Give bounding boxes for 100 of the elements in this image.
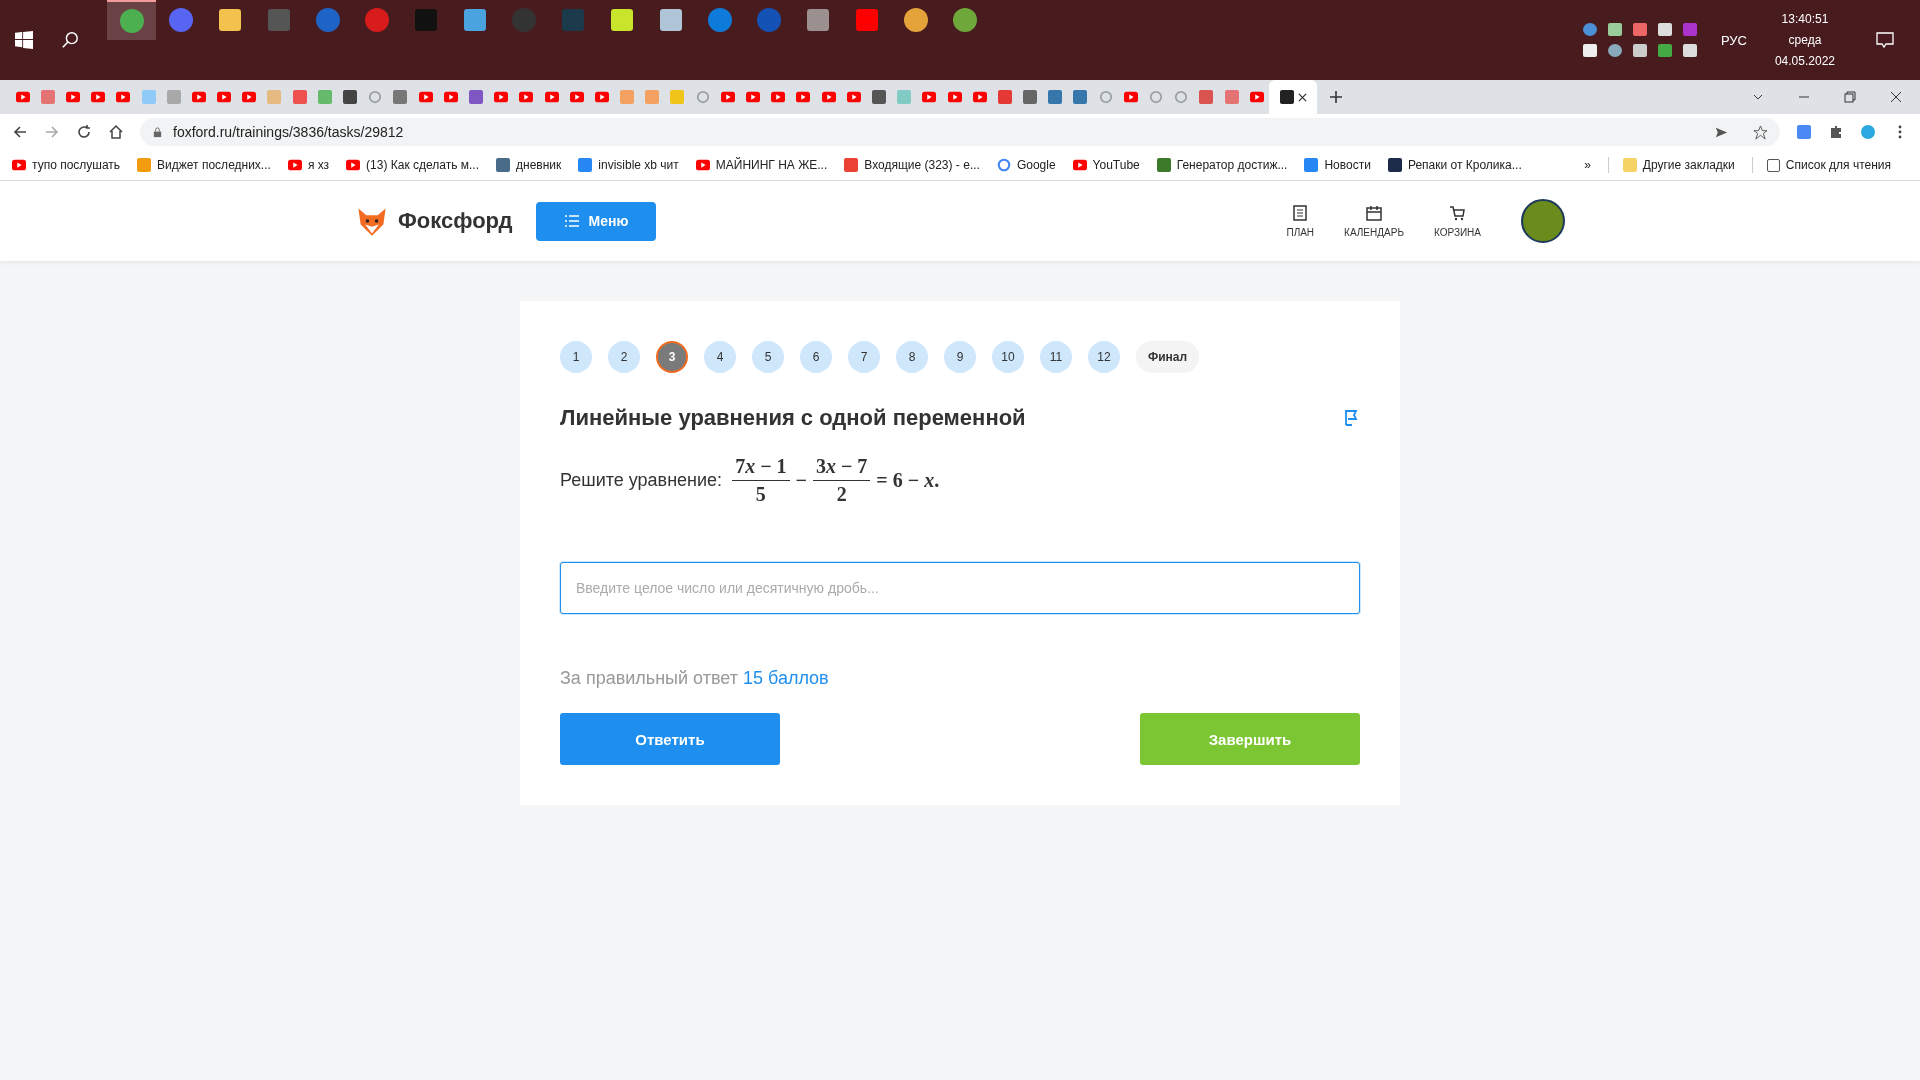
star-icon[interactable] — [1753, 124, 1768, 140]
more-bookmarks-button[interactable]: » — [1584, 158, 1591, 172]
youtube-icon — [242, 90, 257, 104]
youtube-icon — [695, 158, 710, 172]
clock-weekday: среда — [1788, 33, 1822, 47]
youtube-icon — [443, 90, 458, 104]
bookmark-label[interactable]: YouTube — [1092, 158, 1140, 172]
close-icon[interactable] — [1890, 91, 1902, 103]
youtube-icon — [217, 90, 232, 104]
task-number-button[interactable]: 7 — [848, 341, 880, 373]
calendar-icon — [1366, 204, 1382, 221]
youtube-icon — [544, 90, 559, 104]
youtube-icon — [746, 90, 761, 104]
task-number-button[interactable]: 12 — [1088, 341, 1120, 373]
bookmark-label[interactable]: я хз — [307, 158, 330, 172]
youtube-icon — [796, 90, 811, 104]
menu-icon — [564, 215, 579, 227]
other-bookmarks-folder[interactable]: Другие закладки — [1642, 158, 1735, 172]
task-number-button[interactable]: 11 — [1040, 341, 1072, 373]
task-number-button[interactable]: 9 — [944, 341, 976, 373]
task-number-button[interactable]: 10 — [992, 341, 1024, 373]
bookmark-link[interactable]: YouTube — [1072, 158, 1140, 172]
bookmark-label[interactable]: Генератор достиж... — [1176, 158, 1288, 172]
youtube-icon — [947, 90, 962, 104]
youtube-icon — [191, 90, 206, 104]
clock-time: 13:40:51 — [1781, 12, 1829, 26]
language-indicator[interactable]: РУС — [1720, 32, 1747, 48]
task-number-button[interactable]: 3 — [656, 341, 688, 373]
youtube-icon — [91, 90, 106, 104]
equation-right-side: = 6 − x. — [876, 469, 940, 492]
clock-date: 04.05.2022 — [1774, 54, 1835, 68]
header-nav-link[interactable]: КАЛЕНДАРЬ — [1344, 204, 1404, 238]
bookmark-label[interactable]: Новости — [1324, 158, 1371, 172]
bookmark-link[interactable]: МАЙНИНГ НА ЖЕ... — [695, 158, 828, 172]
flag-icon[interactable] — [1344, 410, 1360, 426]
task-number-button[interactable]: 8 — [896, 341, 928, 373]
task-number-button[interactable]: 1 — [560, 341, 592, 373]
youtube-icon — [821, 90, 836, 104]
search-icon[interactable] — [61, 31, 79, 49]
site-logo-text[interactable]: Фоксфорд — [398, 208, 513, 234]
task-number-button[interactable]: Финал — [1136, 341, 1200, 373]
youtube-icon — [1123, 90, 1138, 104]
youtube-icon — [65, 90, 80, 104]
youtube-icon — [12, 158, 26, 172]
fraction: 7x − 1 5 — [732, 455, 790, 506]
bookmark-label[interactable]: invisible xb чит — [598, 158, 679, 172]
fraction: 3x − 7 2 — [812, 455, 871, 506]
home-icon[interactable] — [108, 124, 124, 140]
task-number-button[interactable]: 2 — [608, 341, 640, 373]
task-number-button[interactable]: 5 — [752, 341, 784, 373]
youtube-icon — [771, 90, 786, 104]
header-nav-link[interactable]: ПЛАН — [1286, 204, 1315, 238]
profile-icon[interactable] — [1860, 124, 1876, 140]
bookmark-label[interactable]: дневник — [516, 158, 562, 172]
bookmark-label[interactable]: МАЙНИНГ НА ЖЕ... — [715, 158, 828, 172]
answer-input-field[interactable]: Введите целое число или десятичную дробь... — [560, 562, 1360, 614]
bookmark-label[interactable]: Google — [1016, 158, 1056, 172]
reload-icon[interactable] — [76, 124, 92, 140]
bookmark-link[interactable]: Новости — [1304, 158, 1371, 172]
bookmark-link[interactable]: Генератор достиж... — [1156, 158, 1288, 172]
bookmark-link[interactable]: Google — [996, 158, 1056, 172]
minus-sign: − — [795, 469, 807, 492]
restore-icon[interactable] — [1844, 91, 1856, 103]
close-tab-icon[interactable] — [1297, 92, 1307, 102]
reading-list-icon — [1766, 158, 1780, 172]
youtube-icon — [287, 158, 302, 172]
bookmark-link[interactable]: invisible xb чит — [578, 158, 679, 172]
youtube-icon — [494, 90, 509, 104]
task-number-button[interactable]: 6 — [800, 341, 832, 373]
system-tray-icons[interactable] — [1582, 23, 1697, 57]
youtube-icon — [1072, 158, 1087, 172]
bookmark-link[interactable]: дневник — [496, 158, 562, 172]
reading-list-button[interactable]: Список для чтения — [1785, 158, 1891, 172]
document-icon — [1292, 204, 1309, 221]
puzzle-icon[interactable] — [1828, 124, 1844, 140]
address-bar[interactable]: foxford.ru/trainings/3836/tasks/29812 — [140, 118, 1780, 146]
bookmark-link[interactable]: я хз — [287, 158, 330, 172]
youtube-icon — [720, 90, 735, 104]
youtube-icon — [1249, 90, 1264, 104]
problem-text: Решите уравнение: — [560, 470, 723, 491]
browser-tab[interactable] — [1269, 80, 1318, 114]
windows-start-icon[interactable] — [15, 31, 33, 49]
youtube-icon — [594, 90, 609, 104]
forward-icon[interactable] — [44, 124, 60, 140]
url-text: foxford.ru/trainings/3836/tasks/29812 — [173, 124, 405, 140]
bookmark-link[interactable]: тупо послушать — [12, 158, 121, 172]
youtube-icon — [519, 90, 534, 104]
header-nav-link[interactable]: КОРЗИНА — [1433, 204, 1481, 238]
back-icon[interactable] — [12, 124, 28, 140]
bookmark-label[interactable]: тупо послушать — [32, 158, 121, 172]
folder-icon — [1622, 158, 1637, 172]
new-tab-icon[interactable] — [1329, 90, 1344, 104]
user-avatar[interactable] — [1521, 199, 1565, 243]
youtube-icon — [569, 90, 584, 104]
ring-icon — [996, 158, 1011, 172]
task-number-button[interactable]: 4 — [704, 341, 736, 373]
youtube-icon — [418, 90, 433, 104]
notification-icon[interactable] — [1875, 30, 1895, 50]
youtube-icon — [116, 90, 131, 104]
youtube-icon — [972, 90, 987, 104]
